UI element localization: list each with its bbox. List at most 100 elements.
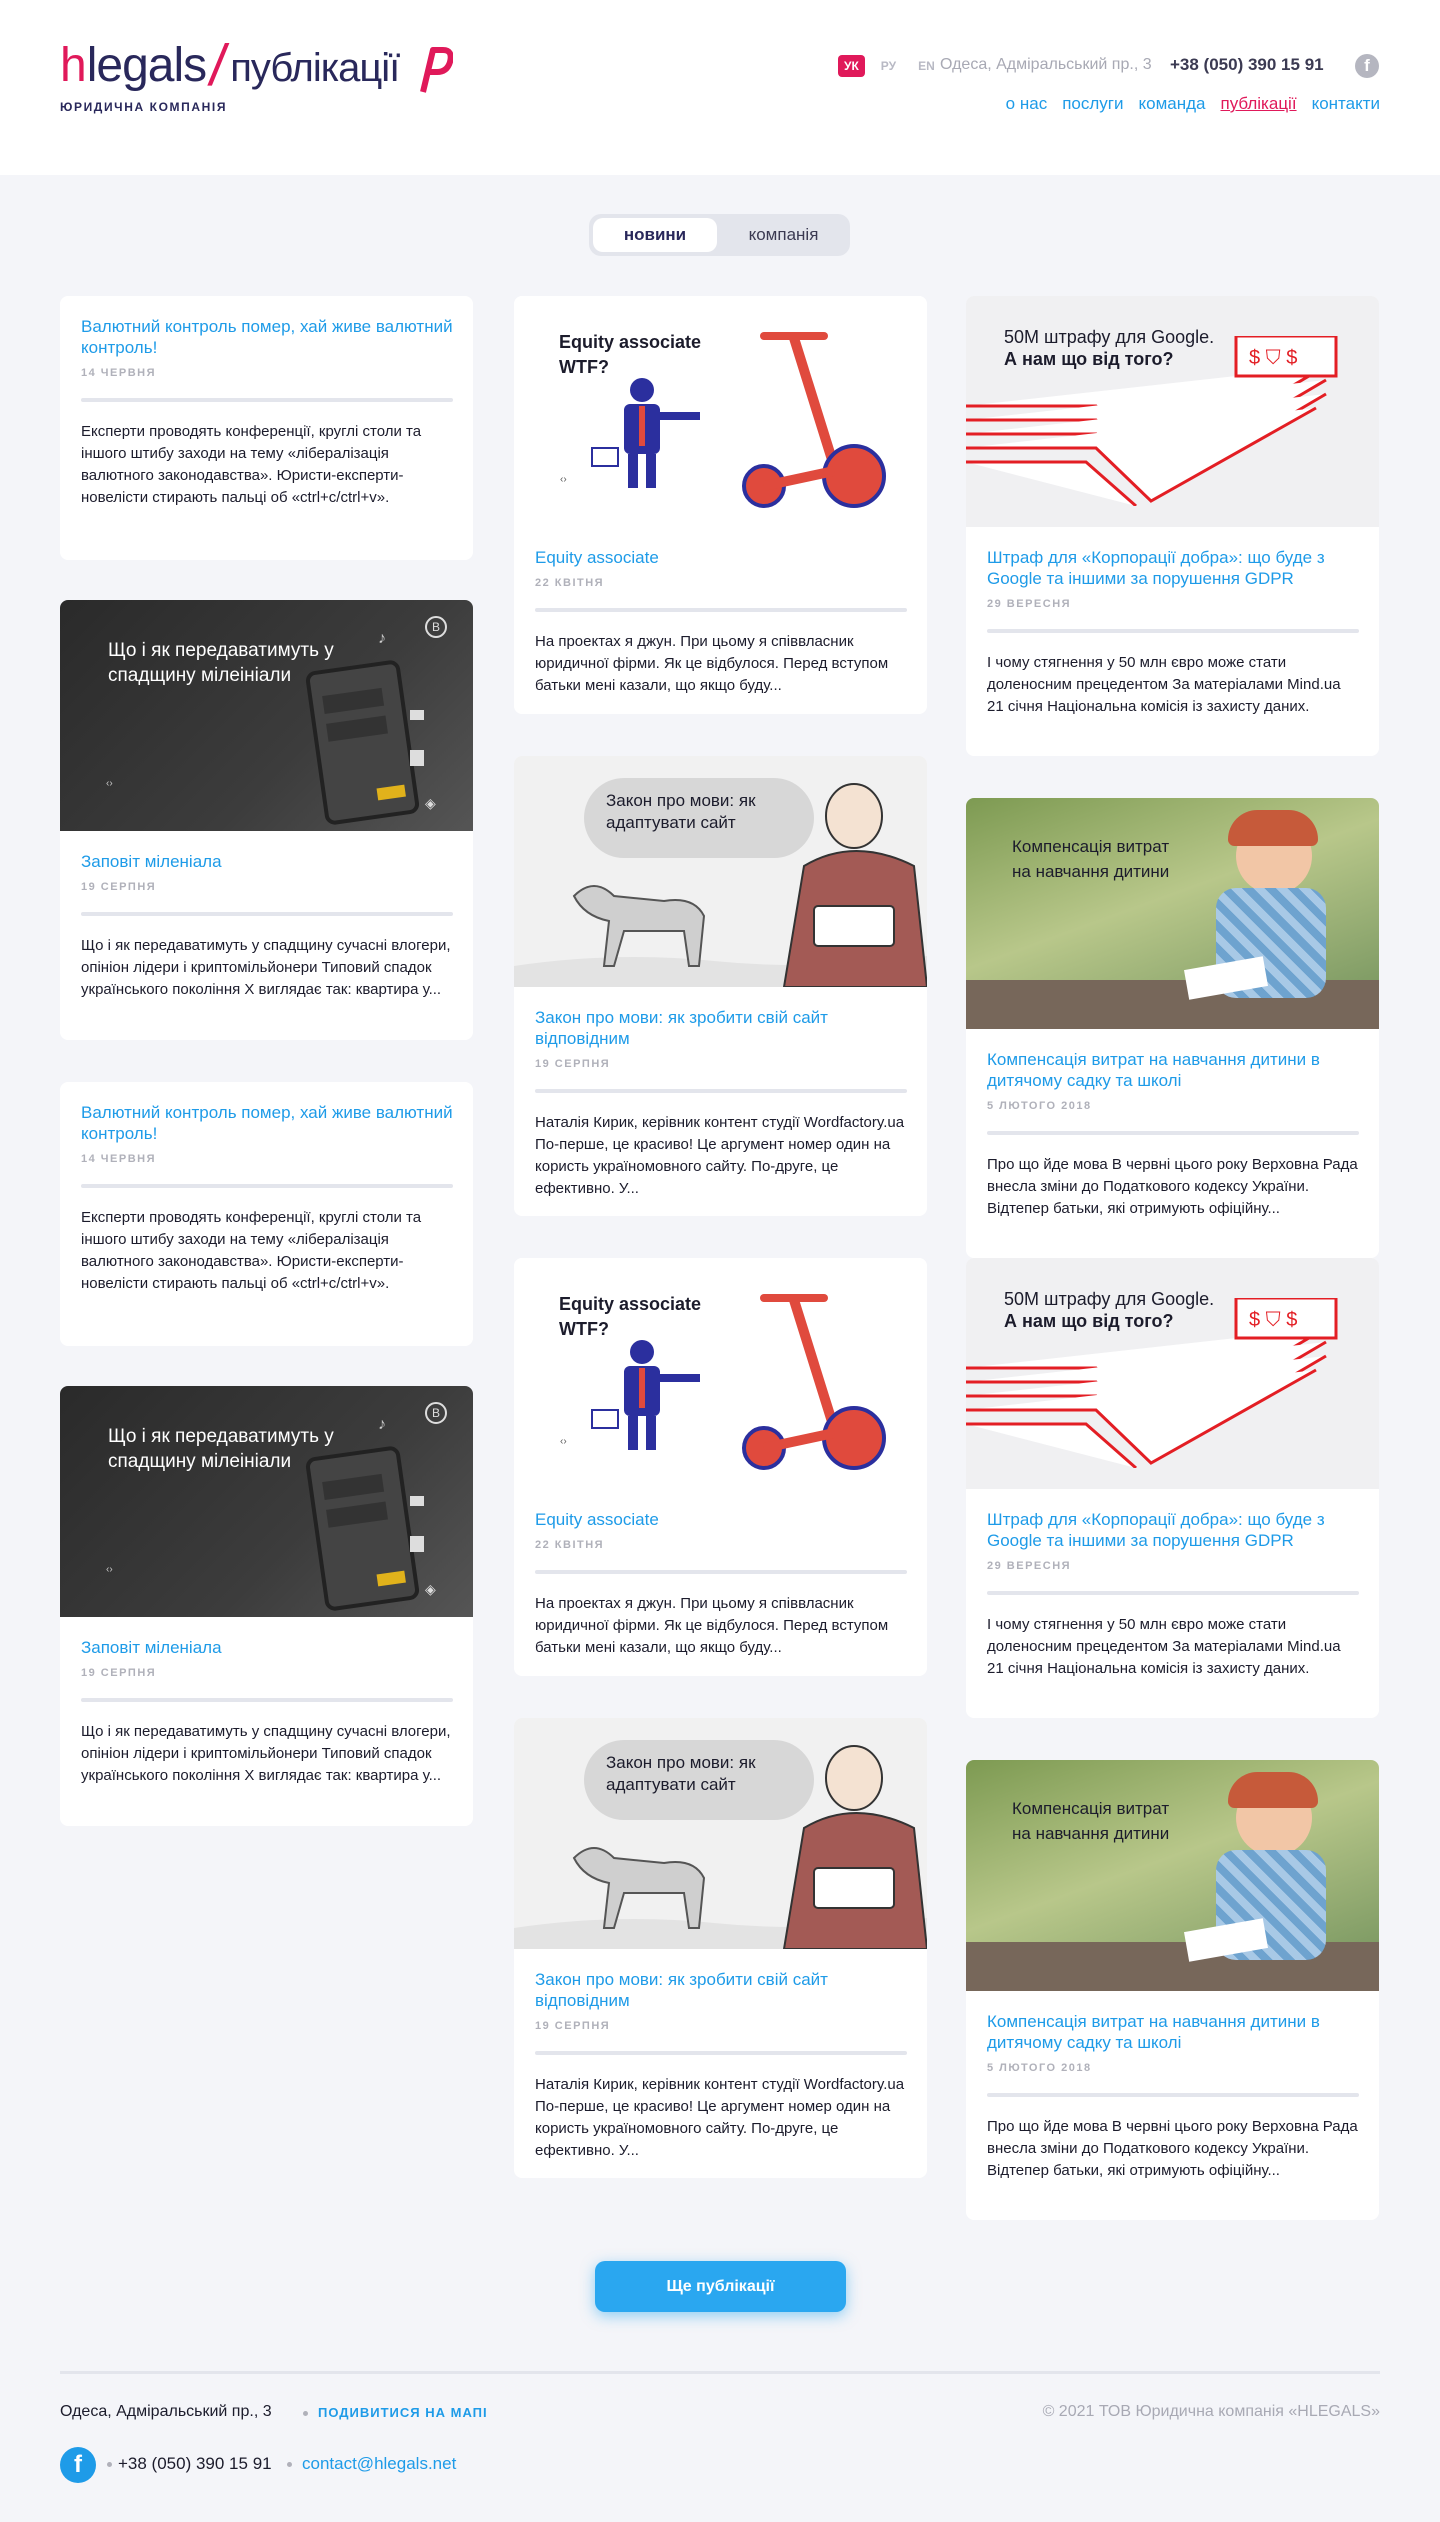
card-image[interactable]: Закон про мови: як адаптувати сайт bbox=[514, 1718, 927, 1949]
facebook-icon[interactable]: f bbox=[1355, 54, 1379, 78]
logo-legals: legals bbox=[86, 39, 207, 92]
nav-contacts[interactable]: контакти bbox=[1312, 94, 1380, 114]
footer-address: Одеса, Адміральський пр., 3 bbox=[60, 2403, 272, 2420]
publication-card[interactable]: Що і як передаватимуть у спадщину мілеін… bbox=[60, 600, 473, 1040]
card-date: 29 ВЕРЕСНЯ bbox=[987, 598, 1072, 610]
card-title[interactable]: Штраф для «Корпорації добра»: що буде з … bbox=[987, 547, 1359, 589]
card-divider bbox=[81, 1184, 453, 1188]
publication-card[interactable]: Валютний контроль помер, хай живе валютн… bbox=[60, 296, 473, 560]
code-icon: ‹› bbox=[106, 1564, 113, 1575]
stacked-bills-illustration: $ ⛉ $ bbox=[966, 336, 1338, 506]
nav-services[interactable]: послуги bbox=[1062, 94, 1123, 114]
publication-card[interactable]: Закон про мови: як адаптувати сайт Закон… bbox=[514, 756, 927, 1216]
music-icon: ♪ bbox=[378, 1416, 386, 1433]
footer-email[interactable]: contact@hlegals.net bbox=[302, 2454, 456, 2474]
logo-slash: / bbox=[205, 33, 231, 98]
card-title[interactable]: Заповіт міленіала bbox=[81, 1637, 453, 1658]
card-date: 19 СЕРПНЯ bbox=[81, 881, 157, 893]
more-publications-button[interactable]: Ще публікації bbox=[595, 2261, 846, 2312]
card-title[interactable]: Валютний контроль помер, хай живе валютн… bbox=[81, 316, 453, 358]
child-cap bbox=[1228, 1772, 1318, 1808]
card-divider bbox=[81, 1698, 453, 1702]
publication-card[interactable]: Equity associate WTF? ‹› Equity associat… bbox=[514, 296, 927, 714]
card-title[interactable]: Equity associate bbox=[535, 1509, 907, 1530]
language-switcher: УК РУ EN bbox=[838, 55, 941, 77]
lang-uk[interactable]: УК bbox=[838, 55, 865, 77]
lang-ru[interactable]: РУ bbox=[875, 55, 902, 77]
card-title[interactable]: Валютний контроль помер, хай живе валютн… bbox=[81, 1102, 453, 1144]
card-date: 5 ЛЮТОГО 2018 bbox=[987, 2062, 1092, 2074]
logo-publications: публікації bbox=[230, 46, 400, 90]
publication-card[interactable]: Компенсація витрат на навчання дитини Ко… bbox=[966, 798, 1379, 1258]
phone-illustration bbox=[304, 1445, 421, 1612]
publication-card[interactable]: 50M штрафу для Google. А нам що від того?… bbox=[966, 1258, 1379, 1718]
logo[interactable]: h legals / публікації bbox=[60, 33, 400, 98]
view-on-map-link[interactable]: ПОДИВИТИСЯ НА МАПІ bbox=[318, 2405, 488, 2420]
card-divider bbox=[987, 629, 1359, 633]
svg-text:$ ⛉ $: $ ⛉ $ bbox=[1249, 1309, 1297, 1331]
phone-illustration bbox=[304, 659, 421, 826]
card-title[interactable]: Equity associate bbox=[535, 547, 907, 568]
card-image[interactable]: Що і як передаватимуть у спадщину мілеін… bbox=[60, 600, 473, 831]
card-title[interactable]: Компенсація витрат на навчання дитини в … bbox=[987, 1049, 1359, 1091]
nav-publications[interactable]: публікації bbox=[1220, 94, 1296, 114]
card-image[interactable]: 50M штрафу для Google. А нам що від того?… bbox=[966, 1258, 1379, 1489]
card-date: 14 ЧЕРВНЯ bbox=[81, 367, 156, 379]
code-icon: ‹› bbox=[560, 474, 567, 485]
card-excerpt: На проектах я джун. При цьому я співвлас… bbox=[535, 633, 889, 694]
publication-card[interactable]: Що і як передаватимуть у спадщину мілеін… bbox=[60, 1386, 473, 1826]
card-divider bbox=[535, 1570, 907, 1574]
publication-card[interactable]: Валютний контроль помер, хай живе валютн… bbox=[60, 1082, 473, 1346]
image-caption: Закон про мови: як адаптувати сайт bbox=[606, 791, 756, 832]
facebook-small-icon bbox=[410, 1536, 424, 1552]
card-divider bbox=[81, 912, 453, 916]
child-cap bbox=[1228, 810, 1318, 846]
header-phone[interactable]: +38 (050) 390 15 91 bbox=[1170, 55, 1324, 75]
card-title[interactable]: Заповіт міленіала bbox=[81, 851, 453, 872]
facebook-icon[interactable]: f bbox=[60, 2447, 96, 2483]
code-icon: ‹› bbox=[560, 1436, 567, 1447]
card-divider bbox=[81, 398, 453, 402]
card-image[interactable]: Компенсація витрат на навчання дитини bbox=[966, 1760, 1379, 1991]
card-excerpt: Наталія Кирик, керівник контент студії W… bbox=[535, 2076, 905, 2159]
publication-tabs: новини компанія bbox=[589, 214, 850, 256]
person-illustration bbox=[591, 378, 700, 488]
card-image[interactable]: Що і як передаватимуть у спадщину мілеін… bbox=[60, 1386, 473, 1617]
scooter-illustration bbox=[742, 1294, 886, 1470]
bitcoin-icon: B bbox=[425, 616, 447, 638]
card-date: 14 ЧЕРВНЯ bbox=[81, 1153, 156, 1165]
publication-card[interactable]: 50M штрафу для Google. А нам що від того?… bbox=[966, 296, 1379, 756]
card-divider bbox=[535, 2051, 907, 2055]
card-image[interactable]: Компенсація витрат на навчання дитини bbox=[966, 798, 1379, 1029]
card-excerpt: І чому стягнення у 50 млн євро може стат… bbox=[987, 1616, 1341, 1677]
gamepad-icon: ◈ bbox=[425, 795, 436, 811]
mail-icon bbox=[410, 1496, 424, 1506]
tab-company[interactable]: компанія bbox=[721, 218, 846, 252]
card-image[interactable]: 50M штрафу для Google. А нам що від того?… bbox=[966, 296, 1379, 527]
footer-phone[interactable]: +38 (050) 390 15 91 bbox=[118, 2454, 272, 2474]
card-title[interactable]: Закон про мови: як зробити свій сайт від… bbox=[535, 1969, 907, 2011]
card-image[interactable]: Equity associate WTF? ‹› bbox=[514, 1258, 927, 1489]
publication-card[interactable]: Equity associate WTF? ‹› Equity associat… bbox=[514, 1258, 927, 1676]
card-title[interactable]: Штраф для «Корпорації добра»: що буде з … bbox=[987, 1509, 1359, 1551]
tab-news[interactable]: новини bbox=[593, 218, 717, 252]
card-date: 22 КВІТНЯ bbox=[535, 577, 605, 589]
card-excerpt: Експерти проводять конференції, круглі с… bbox=[81, 1209, 422, 1292]
card-image[interactable]: Equity associate WTF? ‹› bbox=[514, 296, 927, 527]
nav-team[interactable]: команда bbox=[1138, 94, 1205, 114]
logo-subtitle: ЮРИДИЧНА КОМПАНІЯ bbox=[60, 100, 228, 114]
publication-card[interactable]: Закон про мови: як адаптувати сайт Закон… bbox=[514, 1718, 927, 2178]
card-divider bbox=[987, 2093, 1359, 2097]
card-excerpt: Що і як передаватимуть у спадщину сучасн… bbox=[81, 937, 451, 998]
logo-p-mark-icon bbox=[420, 47, 453, 93]
copyright: © 2021 ТОВ Юридична компанія «HLEGALS» bbox=[1042, 2403, 1380, 2420]
card-title[interactable]: Компенсація витрат на навчання дитини в … bbox=[987, 2011, 1359, 2053]
card-title[interactable]: Закон про мови: як зробити свій сайт від… bbox=[535, 1007, 907, 1049]
card-excerpt: Про що йде мова В червні цього року Верх… bbox=[987, 1156, 1358, 1217]
card-image[interactable]: Закон про мови: як адаптувати сайт bbox=[514, 756, 927, 987]
nav-about[interactable]: о нас bbox=[1006, 94, 1048, 114]
lang-en[interactable]: EN bbox=[912, 55, 941, 77]
svg-text:$ ⛉ $: $ ⛉ $ bbox=[1249, 347, 1297, 369]
publication-card[interactable]: Компенсація витрат на навчання дитини Ко… bbox=[966, 1760, 1379, 2220]
code-icon: ‹› bbox=[106, 778, 113, 789]
